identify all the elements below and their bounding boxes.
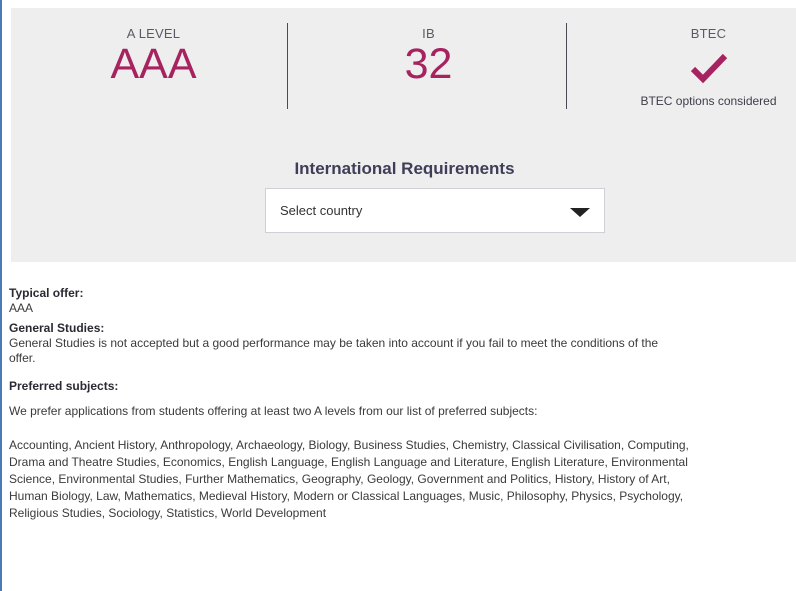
requirements-panel: A LEVEL AAA IB 32 BTEC BTEC options cons… (11, 8, 796, 262)
page-frame: A LEVEL AAA IB 32 BTEC BTEC options cons… (0, 0, 796, 591)
general-studies-text: General Studies is not accepted but a go… (9, 336, 659, 365)
preferred-subjects-heading: Preferred subjects: (9, 379, 119, 393)
checkmark-icon (690, 53, 727, 84)
ib-score: 32 (404, 40, 453, 88)
international-requirements-title: International Requirements (294, 159, 515, 178)
preferred-subjects-list: Accounting, Ancient History, Anthropolog… (9, 438, 689, 520)
btec-note: BTEC options considered (640, 94, 777, 108)
a-level-grade: AAA (110, 40, 197, 88)
column-divider (287, 23, 288, 109)
preferred-subjects-intro: We prefer applications from students off… (9, 404, 538, 418)
offer-details: Typical offer: AAA General Studies: Gene… (9, 286, 709, 522)
general-studies-heading: General Studies: (9, 321, 105, 335)
country-select-value: Select country (280, 203, 363, 218)
typical-offer-value: AAA (9, 301, 34, 315)
a-level-column: A LEVEL AAA (66, 8, 241, 86)
typical-offer-heading: Typical offer: (9, 286, 84, 300)
column-divider (566, 23, 567, 109)
ib-label: IB (422, 26, 435, 41)
btec-label: BTEC (690, 26, 727, 41)
ib-column: IB 32 (341, 8, 516, 86)
a-level-label: A LEVEL (126, 26, 181, 41)
country-select[interactable]: Select country (265, 188, 605, 233)
btec-column: BTEC BTEC options considered (621, 8, 796, 108)
chevron-down-icon (570, 208, 590, 217)
